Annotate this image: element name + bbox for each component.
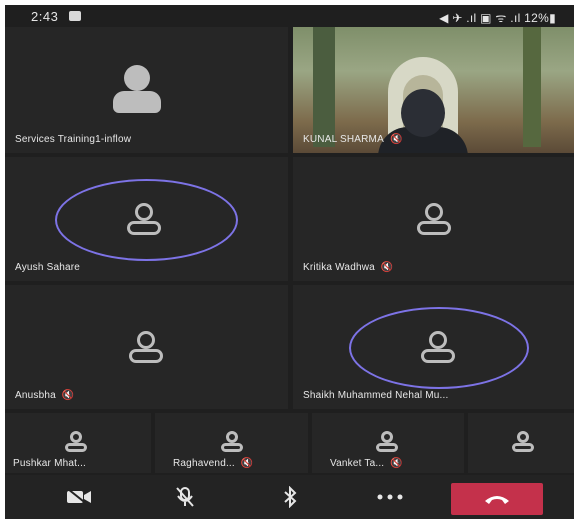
notification-icon: [69, 11, 81, 21]
participant-name: Services Training1-inflow: [15, 134, 132, 145]
participant-video-tile[interactable]: KUNAL SHARMA 🔇: [293, 27, 574, 153]
participant-name: Raghavend...: [173, 458, 235, 469]
participant-tile[interactable]: Vanket Ta... 🔇: [312, 413, 464, 473]
participant-video-face: [401, 89, 445, 137]
mute-icon: 🔇: [389, 134, 403, 145]
participant-name-row: Vanket Ta... 🔇: [330, 458, 403, 469]
participant-name: Anusbha: [15, 390, 56, 401]
participant-name-row: Anusbha 🔇: [15, 390, 75, 401]
participant-tile[interactable]: Pushkar Mhat...: [5, 413, 151, 473]
participant-tile[interactable]: Kritika Wadhwa 🔇: [293, 157, 574, 281]
participant-name-row: Kritika Wadhwa 🔇: [303, 262, 394, 273]
mute-icon: 🔇: [390, 458, 403, 469]
mic-toggle-button[interactable]: [155, 475, 215, 519]
mic-off-icon: [176, 487, 194, 507]
participant-name: KUNAL SHARMA: [303, 134, 384, 145]
bluetooth-icon: [284, 486, 297, 508]
end-call-icon: [485, 496, 509, 504]
mute-icon: 🔇: [380, 262, 394, 273]
camera-toggle-button[interactable]: [49, 475, 109, 519]
end-call-button[interactable]: [451, 483, 543, 515]
status-time: 2:43: [31, 9, 59, 24]
more-options-icon: [377, 494, 403, 500]
call-controls-bar: [5, 475, 574, 519]
mute-icon: 🔇: [61, 390, 75, 401]
more-options-button[interactable]: [360, 475, 420, 519]
participant-tile[interactable]: Ayush Sahare: [5, 157, 288, 281]
participant-name: Shaikh Muhammed Nehal Mu...: [303, 390, 449, 401]
mute-icon: 🔇: [240, 458, 254, 469]
participant-name: Ayush Sahare: [15, 262, 81, 273]
camera-off-icon: [67, 488, 91, 506]
meeting-screen: 2:43 ◀ ✈ .ıl ▣ ᯤ .ıl 12%▮ Services Train…: [5, 5, 574, 519]
participant-name: Vanket Ta...: [330, 458, 385, 469]
participant-tile[interactable]: Anusbha 🔇: [5, 285, 288, 409]
bluetooth-audio-button[interactable]: [260, 475, 320, 519]
participant-name-row: KUNAL SHARMA 🔇: [303, 134, 403, 145]
participant-tile[interactable]: Raghavend... 🔇: [155, 413, 308, 473]
participant-tile[interactable]: Shaikh Muhammed Nehal Mu...: [293, 285, 574, 409]
participant-tile[interactable]: [468, 413, 574, 473]
status-bar: 2:43 ◀ ✈ .ıl ▣ ᯤ .ıl 12%▮: [5, 5, 574, 27]
status-indicators: ◀ ✈ .ıl ▣ ᯤ .ıl 12%▮: [439, 11, 556, 25]
participant-tile[interactable]: Services Training1-inflow: [5, 27, 288, 153]
participant-name-row: Raghavend... 🔇: [173, 458, 254, 469]
participant-name: Pushkar Mhat...: [13, 458, 87, 469]
participant-name: Kritika Wadhwa: [303, 262, 375, 273]
